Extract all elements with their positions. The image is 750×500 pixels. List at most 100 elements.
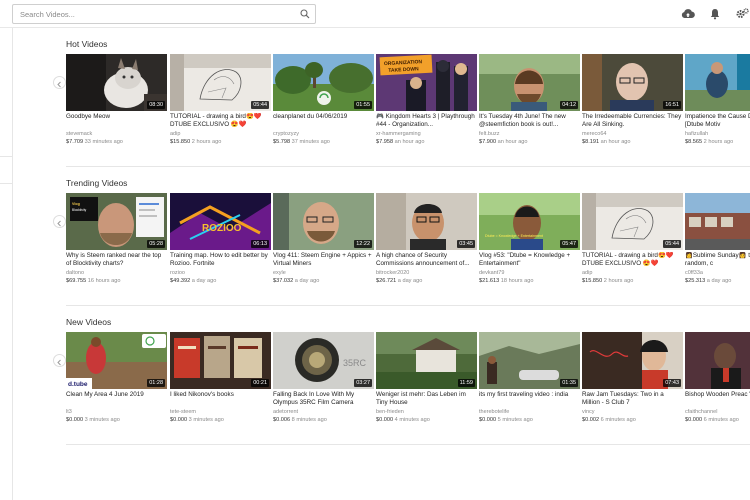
video-card[interactable]: 00:21 I liked Nikonov's books tete-steem…: [170, 332, 271, 432]
video-author[interactable]: daltono: [66, 270, 84, 276]
video-thumbnail[interactable]: 03:45: [376, 193, 477, 250]
video-author[interactable]: vincy: [582, 409, 595, 415]
video-author[interactable]: devkant79: [479, 270, 504, 276]
video-author[interactable]: hafizullah: [685, 131, 708, 137]
video-title[interactable]: 👩Sublime Sunday👩 to post your random, c: [685, 252, 750, 269]
video-title[interactable]: its my first traveling video : india: [479, 391, 580, 408]
video-title[interactable]: The Irredeemable Currencies: They Are Al…: [582, 113, 683, 130]
carousel-prev-arrow[interactable]: [53, 215, 66, 228]
video-thumbnail[interactable]: 16:51: [582, 54, 683, 111]
video-title[interactable]: Vlog #53: "Dtube = Knowledge + Entertain…: [479, 252, 580, 269]
video-card[interactable]: 11:59 Weniger ist mehr: Das Leben im Tin…: [376, 332, 477, 432]
video-card[interactable]: 35RC 03:27 Falling Back In Love With My …: [273, 332, 374, 432]
video-title[interactable]: Goodbye Meow: [66, 113, 167, 130]
video-title[interactable]: TUTORIAL - drawing a bird😍❤️ DTUBE EXCLU…: [582, 252, 683, 269]
video-thumbnail[interactable]: [685, 54, 750, 111]
video-title[interactable]: It's Tuesday 4th June! The new @steemfic…: [479, 113, 580, 130]
video-card[interactable]: d.tube 01:28 Clean My Area 4 June 2019 l…: [66, 332, 167, 432]
video-card[interactable]: 07:43 Raw Jam Tuesdays: Two in a Million…: [582, 332, 683, 432]
video-thumbnail[interactable]: 08:30: [66, 54, 167, 111]
video-card[interactable]: 03:45 A high chance of Security Commissi…: [376, 193, 477, 293]
video-thumbnail[interactable]: ORGANIZATION TAKE DOWN: [376, 54, 477, 111]
video-card[interactable]: ORGANIZATION TAKE DOWN 🎮 Kingdom Hearts …: [376, 54, 477, 154]
video-thumbnail[interactable]: [685, 193, 750, 250]
video-title[interactable]: Bishop Wooden Preac "Holiness": [685, 391, 750, 408]
video-author[interactable]: cryptozyzy: [273, 131, 299, 137]
video-thumbnail[interactable]: 35RC 03:27: [273, 332, 374, 389]
settings-gear-icon[interactable]: [735, 7, 749, 21]
video-thumbnail[interactable]: 12:22: [273, 193, 374, 250]
video-author[interactable]: xr-hammergaming: [376, 131, 421, 137]
video-author[interactable]: mereco64: [582, 131, 606, 137]
video-author[interactable]: rozioo: [170, 270, 185, 276]
video-thumbnail[interactable]: 01:35: [479, 332, 580, 389]
video-author[interactable]: felt.buzz: [479, 131, 499, 137]
video-card[interactable]: 04:12 It's Tuesday 4th June! The new @st…: [479, 54, 580, 154]
search-icon[interactable]: [300, 9, 310, 19]
video-card[interactable]: Impatience the Cause Downfall [Dtube Mot…: [685, 54, 750, 154]
video-card[interactable]: Bishop Wooden Preac "Holiness" cfaithcha…: [685, 332, 750, 432]
video-title[interactable]: A high chance of Security Commissions an…: [376, 252, 477, 269]
video-meta: $0.000 3 minutes ago: [66, 417, 120, 423]
video-age: 8 minutes ago: [291, 417, 327, 423]
video-value: $21.613: [479, 278, 500, 284]
video-card[interactable]: 01:55 cleanplanet du 04/06/2019 cryptozy…: [273, 54, 374, 154]
video-title[interactable]: Falling Back In Love With My Olympus 35R…: [273, 391, 374, 408]
video-thumbnail[interactable]: 05:44: [170, 54, 271, 111]
video-author[interactable]: therebotelife: [479, 409, 509, 415]
video-thumbnail[interactable]: 04:12: [479, 54, 580, 111]
video-thumbnail[interactable]: 07:43: [582, 332, 683, 389]
video-author[interactable]: adip: [582, 270, 592, 276]
video-author[interactable]: stevemack: [66, 131, 92, 137]
video-card[interactable]: 01:35 its my first traveling video : ind…: [479, 332, 580, 432]
video-author[interactable]: adetorrent: [273, 409, 298, 415]
video-author[interactable]: ben-frieden: [376, 409, 404, 415]
video-card[interactable]: Vlog Blocktivity 05:28 Why is Steem rank…: [66, 193, 167, 293]
video-card[interactable]: 05:44 TUTORIAL - drawing a bird😍❤️ DTUBE…: [582, 193, 683, 293]
video-card[interactable]: 12:22 Vlog 411: Steem Engine + Appics + …: [273, 193, 374, 293]
video-thumbnail[interactable]: 00:21: [170, 332, 271, 389]
video-age: 18 hours ago: [500, 278, 534, 284]
video-thumbnail[interactable]: 11:59: [376, 332, 477, 389]
video-title[interactable]: Clean My Area 4 June 2019: [66, 391, 167, 408]
video-thumbnail[interactable]: ROZIOO 06:13: [170, 193, 271, 250]
video-author[interactable]: bitrocker2020: [376, 270, 409, 276]
video-thumbnail[interactable]: 01:55: [273, 54, 374, 111]
video-author[interactable]: cfaithchannel: [685, 409, 717, 415]
video-thumbnail[interactable]: [685, 332, 750, 389]
bell-icon[interactable]: [708, 7, 722, 21]
video-title[interactable]: Vlog 411: Steem Engine + Appics + Virtua…: [273, 252, 374, 269]
video-card[interactable]: Dtube = Knowledge + Entertainment 05:47 …: [479, 193, 580, 293]
video-card[interactable]: ROZIOO 06:13 Training map. How to edit b…: [170, 193, 271, 293]
video-author[interactable]: c0ff33a: [685, 270, 703, 276]
carousel-prev-arrow[interactable]: [53, 76, 66, 89]
video-thumbnail[interactable]: Dtube = Knowledge + Entertainment 05:47: [479, 193, 580, 250]
video-card[interactable]: 05:44 TUTORIAL - drawing a bird😍❤️ DTUBE…: [170, 54, 271, 154]
video-title[interactable]: I liked Nikonov's books: [170, 391, 271, 408]
search-input[interactable]: [13, 5, 293, 23]
video-title[interactable]: Weniger ist mehr: Das Leben im Tiny Hous…: [376, 391, 477, 408]
video-thumbnail[interactable]: 05:44: [582, 193, 683, 250]
video-card[interactable]: 👩Sublime Sunday👩 to post your random, c …: [685, 193, 750, 293]
video-card[interactable]: 08:30 Goodbye Meow stevemack $7.709 33 m…: [66, 54, 167, 154]
video-title[interactable]: Raw Jam Tuesdays: Two in a Million - S C…: [582, 391, 683, 408]
video-author[interactable]: lt3: [66, 409, 72, 415]
video-title[interactable]: cleanplanet du 04/06/2019: [273, 113, 374, 130]
upload-cloud-icon[interactable]: [681, 7, 695, 21]
carousel-prev-arrow[interactable]: [53, 354, 66, 367]
video-title[interactable]: TUTORIAL - drawing a bird😍❤️ DTUBE EXCLU…: [170, 113, 271, 130]
video-title[interactable]: Impatience the Cause Downfall [Dtube Mot…: [685, 113, 750, 130]
sidebar: [0, 28, 13, 500]
video-thumbnail[interactable]: Vlog Blocktivity 05:28: [66, 193, 167, 250]
video-age: an hour ago: [497, 139, 528, 145]
video-author[interactable]: exyle: [273, 270, 286, 276]
sidebar-divider: [0, 156, 13, 157]
video-title[interactable]: 🎮 Kingdom Hearts 3 | Playthrough #44 - O…: [376, 113, 477, 130]
video-author[interactable]: adip: [170, 131, 180, 137]
video-title[interactable]: Why is Steem ranked near the top of Bloc…: [66, 252, 167, 269]
video-card[interactable]: 16:51 The Irredeemable Currencies: They …: [582, 54, 683, 154]
video-thumbnail[interactable]: d.tube 01:28: [66, 332, 167, 389]
video-title[interactable]: Training map. How to edit better by Rozi…: [170, 252, 271, 269]
svg-text:ROZIOO: ROZIOO: [202, 223, 242, 234]
video-author[interactable]: tete-steem: [170, 409, 196, 415]
